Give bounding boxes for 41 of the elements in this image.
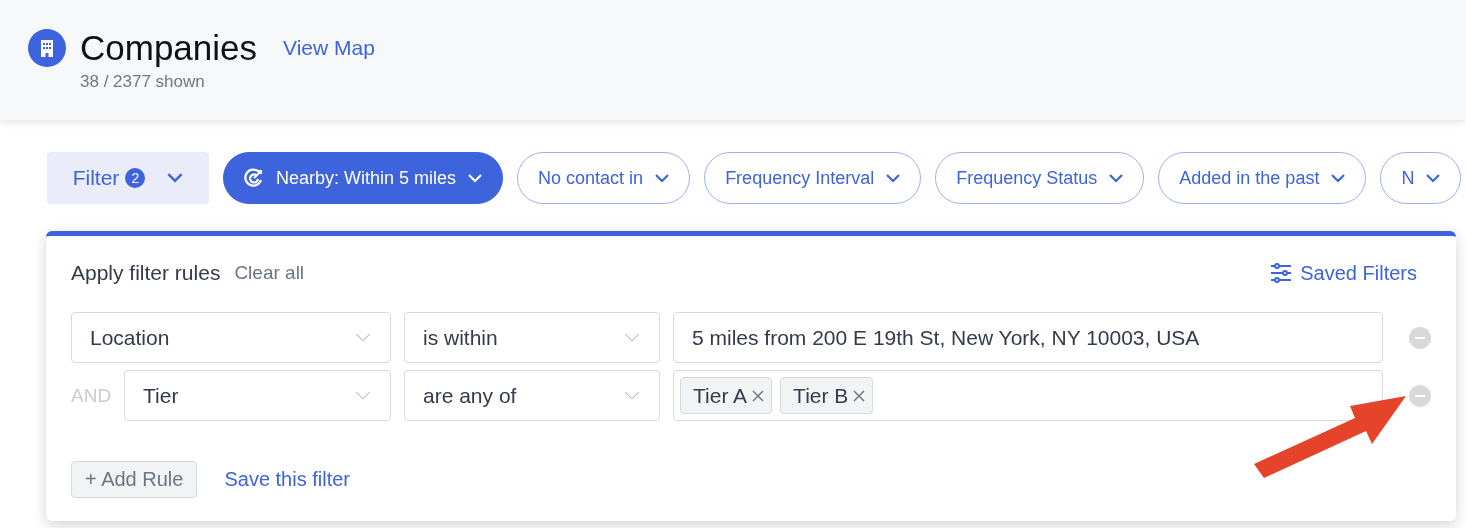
save-filter-link[interactable]: Save this filter: [224, 468, 351, 491]
field-select[interactable]: Tier: [124, 370, 391, 421]
filter-chip[interactable]: No contact in: [517, 152, 691, 204]
view-map-link[interactable]: View Map: [283, 36, 375, 60]
tag[interactable]: Tier B: [780, 377, 874, 414]
page-title: Companies: [80, 28, 258, 68]
saved-filters-link[interactable]: Saved Filters: [1270, 261, 1417, 285]
filter-chip[interactable]: Frequency Interval: [704, 152, 922, 204]
value-field[interactable]: 5 miles from 200 E 19th St, New York, NY 10003, USA: [673, 312, 1383, 363]
add-rule-button[interactable]: + Add Rule: [71, 461, 198, 498]
chevron-down-icon: [886, 173, 901, 183]
field-select[interactable]: Location: [71, 312, 391, 363]
building-icon: [28, 29, 66, 67]
filter-chip[interactable]: N: [1380, 152, 1462, 204]
sliders-icon: [1270, 263, 1293, 283]
operator-select[interactable]: is within: [404, 312, 660, 363]
chevron-down-icon: [354, 390, 372, 401]
chevron-down-icon: [623, 332, 641, 343]
filter-chip[interactable]: Frequency Status: [935, 152, 1145, 204]
chevron-down-icon: [623, 390, 641, 401]
close-icon[interactable]: [751, 388, 766, 403]
filter-chip[interactable]: Nearby: Within 5 miles: [223, 152, 504, 204]
minus-icon: [1415, 336, 1425, 339]
minus-icon: [1415, 394, 1425, 397]
panel-title: Apply filter rules: [71, 261, 221, 285]
chevron-down-icon: [1426, 173, 1441, 183]
filter-count-badge: 2: [125, 168, 146, 188]
filter-button[interactable]: Filter 2: [47, 152, 209, 204]
value-field[interactable]: Tier A Tier B: [673, 370, 1383, 421]
chevron-down-icon: [655, 173, 670, 183]
chevron-down-icon: [468, 173, 483, 183]
chevron-down-icon: [1331, 173, 1346, 183]
operator-select[interactable]: are any of: [404, 370, 660, 421]
tag[interactable]: Tier A: [680, 377, 773, 414]
chevron-down-icon: [167, 173, 184, 183]
filter-chip[interactable]: Added in the past: [1158, 152, 1367, 204]
clear-all-link[interactable]: Clear all: [234, 262, 305, 284]
chevron-down-icon: [1109, 173, 1124, 183]
close-icon[interactable]: [852, 388, 867, 403]
chevron-down-icon: [354, 332, 372, 343]
shown-count: 38 / 2377 shown: [80, 72, 206, 92]
